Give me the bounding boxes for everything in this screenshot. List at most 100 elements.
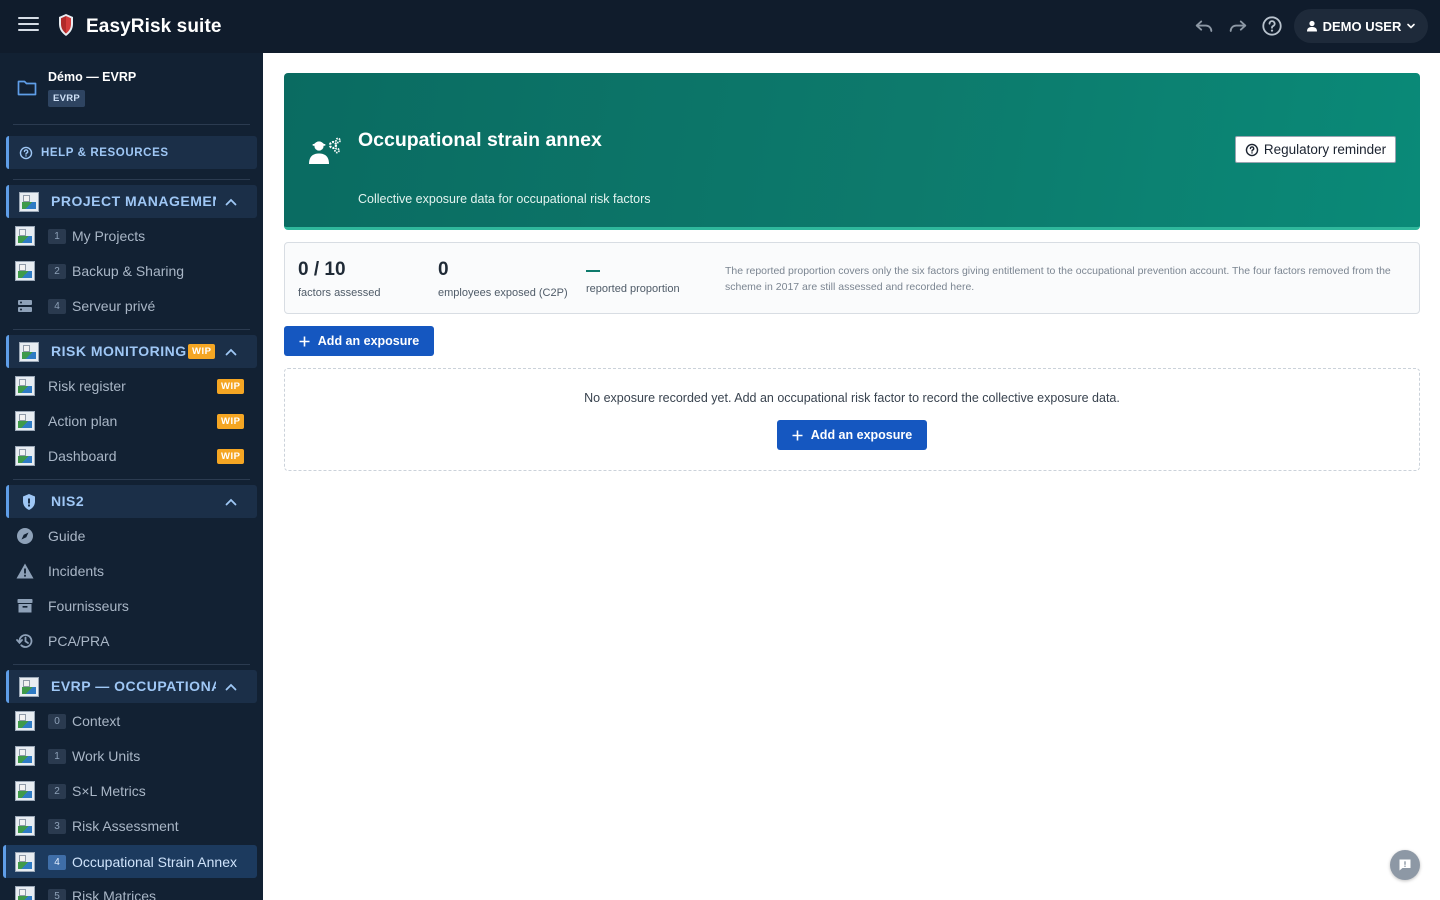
sidebar-item-work-units[interactable]: 1 Work Units <box>6 739 257 772</box>
divider <box>13 479 250 480</box>
project-badge: EVRP <box>48 90 86 107</box>
image-icon <box>15 711 35 731</box>
project-name: Démo — EVRP <box>48 70 137 84</box>
regulatory-reminder-label: Regulatory reminder <box>1263 142 1387 157</box>
chevron-up-icon <box>225 683 237 691</box>
divider <box>13 124 250 125</box>
stat-label: employees exposed (C2P) <box>438 287 568 299</box>
sidebar-item-risk-matrices[interactable]: 5 Risk Matrices <box>6 879 257 900</box>
empty-value-dash <box>586 270 600 272</box>
stat-reported-proportion: reported proportion <box>586 259 680 295</box>
wip-badge: WIP <box>217 449 245 464</box>
undo-icon[interactable] <box>1192 14 1216 38</box>
sidebar-item-label: Backup & Sharing <box>72 263 185 279</box>
sidebar-item-label: PCA/PRA <box>48 633 110 649</box>
regulatory-reminder-button[interactable]: Regulatory reminder <box>1235 136 1396 163</box>
sidebar-item-action-plan[interactable]: Action plan WIP <box>6 404 257 437</box>
image-icon <box>15 886 35 900</box>
plus-icon <box>792 430 803 440</box>
chat-icon <box>1399 859 1411 871</box>
sidebar-item-label: S×L Metrics <box>72 783 146 799</box>
menu-icon[interactable] <box>18 17 39 35</box>
folder-icon <box>17 80 37 96</box>
sidebar-item-label: Dashboard <box>48 448 117 464</box>
section-nis2[interactable]: NIS2 <box>6 485 257 518</box>
stat-factors-assessed: 0 / 10 factors assessed <box>298 259 381 299</box>
wip-badge: WIP <box>217 414 245 429</box>
section-project-management[interactable]: PROJECT MANAGEMEN <box>6 185 257 218</box>
wip-badge: WIP <box>217 379 245 394</box>
sidebar-item-label: Guide <box>48 528 86 544</box>
sidebar-item-risk-register[interactable]: Risk register WIP <box>6 369 257 402</box>
help-resources-label: HELP & RESOURCES <box>41 146 169 159</box>
app-logo <box>59 14 73 36</box>
section-label: NIS2 <box>51 493 85 509</box>
chevron-up-icon <box>225 348 237 356</box>
sidebar-item-label: Context <box>72 713 121 729</box>
sidebar-item-dashboard[interactable]: Dashboard WIP <box>6 439 257 472</box>
add-exposure-label: Add an exposure <box>317 334 420 348</box>
empty-state-add-exposure-button[interactable]: Add an exposure <box>777 420 927 450</box>
section-risk-monitoring[interactable]: RISK MONITORING WIP <box>6 335 257 368</box>
sidebar-item-label: Fournisseurs <box>48 598 129 614</box>
image-icon <box>15 376 35 396</box>
sidebar-item-guide[interactable]: Guide <box>6 519 257 552</box>
user-icon <box>1306 20 1317 32</box>
chevron-down-icon <box>1407 23 1416 29</box>
image-icon <box>15 746 35 766</box>
sidebar-item-suppliers[interactable]: Fournisseurs <box>6 589 257 622</box>
archive-icon <box>17 599 33 613</box>
sidebar-item-label: Work Units <box>72 748 141 764</box>
sidebar-item-context[interactable]: 0 Context <box>6 704 257 737</box>
image-icon <box>15 226 35 246</box>
divider <box>13 179 250 180</box>
image-icon <box>15 852 35 872</box>
add-exposure-button[interactable]: Add an exposure <box>284 326 434 356</box>
user-menu-button[interactable]: DEMO USER <box>1294 9 1428 43</box>
stat-label: factors assessed <box>298 287 381 299</box>
user-name: DEMO USER <box>1322 18 1402 34</box>
divider <box>13 664 250 665</box>
image-icon <box>15 446 35 466</box>
step-number: 4 <box>48 299 66 314</box>
redo-icon[interactable] <box>1226 14 1250 38</box>
empty-state: No exposure recorded yet. Add an occupat… <box>284 368 1420 471</box>
project-header[interactable]: Démo — EVRP EVRP <box>0 53 263 121</box>
sidebar-item-occupational-strain-annex[interactable]: 4 Occupational Strain Annex <box>3 845 257 878</box>
add-exposure-label: Add an exposure <box>810 428 913 442</box>
section-image-icon <box>19 677 39 697</box>
section-label: RISK MONITORING <box>51 343 187 359</box>
section-image-icon <box>19 192 39 212</box>
plus-icon <box>299 336 310 346</box>
step-number: 4 <box>48 855 66 870</box>
sidebar-item-incidents[interactable]: Incidents <box>6 554 257 587</box>
sidebar-item-label: Risk register <box>48 378 126 394</box>
wip-badge: WIP <box>188 344 216 359</box>
sidebar-item-private-server[interactable]: 4 Serveur privé <box>6 289 257 322</box>
image-icon <box>15 261 35 281</box>
step-number: 3 <box>48 819 66 834</box>
section-evrp-occupational[interactable]: EVRP — OCCUPATIONAL <box>6 670 257 703</box>
sidebar-item-label: My Projects <box>72 228 146 244</box>
help-icon[interactable] <box>1260 14 1284 38</box>
shield-icon <box>23 494 35 510</box>
page-banner: Occupational strain annex Collective exp… <box>284 73 1420 230</box>
sidebar-item-pca-pra[interactable]: PCA/PRA <box>6 624 257 657</box>
step-number: 1 <box>48 749 66 764</box>
step-number: 1 <box>48 229 66 244</box>
compass-icon <box>17 528 33 544</box>
help-resources-button[interactable]: HELP & RESOURCES <box>6 136 257 169</box>
stat-label: reported proportion <box>586 283 680 295</box>
page-title: Occupational strain annex <box>358 129 602 151</box>
empty-state-message: No exposure recorded yet. Add an occupat… <box>584 391 1120 405</box>
chevron-up-icon <box>225 198 237 206</box>
help-circle-icon <box>1245 143 1259 156</box>
feedback-button[interactable] <box>1390 850 1420 880</box>
sidebar-item-sxl-metrics[interactable]: 2 S×L Metrics <box>6 774 257 807</box>
sidebar-item-my-projects[interactable]: 1 My Projects <box>6 219 257 252</box>
divider <box>13 329 250 330</box>
stat-employees-exposed: 0 employees exposed (C2P) <box>438 259 568 299</box>
sidebar-item-backup-sharing[interactable]: 2 Backup & Sharing <box>6 254 257 287</box>
section-label: PROJECT MANAGEMEN <box>51 193 216 209</box>
sidebar-item-risk-assessment[interactable]: 3 Risk Assessment <box>6 809 257 842</box>
